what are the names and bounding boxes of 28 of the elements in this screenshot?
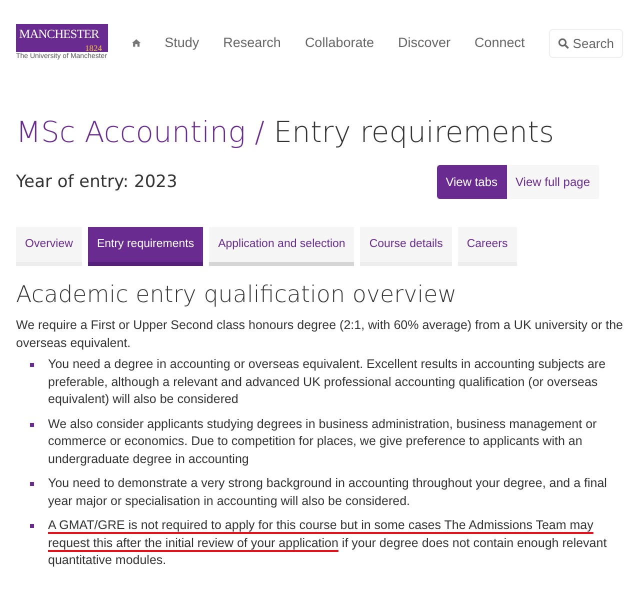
nav-link[interactable]: Discover [398, 33, 450, 54]
bullet-text: You need a degree in accounting or overseas equivalent. Excellent results in accounting subjects are preferable, although a relevant and advanced UK professional accounting qualification (or overseas equivalent) will also be considered [48, 356, 623, 409]
intro-text: We require a First or Upper Second class honours degree (2:1, with 60% average) from a UK university or the overseas equivalent. [16, 317, 623, 352]
page-title: Entry requirements [274, 114, 554, 148]
bullet-icon [30, 422, 34, 427]
tab[interactable]: Course details [360, 227, 452, 266]
bullet-icon [30, 482, 34, 486]
bullet-icon [30, 524, 34, 528]
section-heading: Academic entry qualification overview [16, 282, 458, 310]
logo[interactable]: MANCHESTER 1824 [16, 24, 108, 52]
year-of-entry: Year of entry: 2023 [16, 170, 178, 194]
bullet-icon [30, 363, 34, 368]
nav-link[interactable]: Connect [474, 33, 525, 54]
search-button[interactable]: Search [548, 28, 623, 58]
nav-link[interactable]: Collaborate [304, 33, 374, 54]
tab[interactable]: Application and selection [209, 227, 354, 266]
bullet-text: We also consider applicants studying degrees in business administration, business management or commerce or economics. Due to competition for places, we give preference to applicants with an undergraduate degree in accounting [48, 416, 623, 468]
tab[interactable]: Careers [458, 227, 517, 266]
view-toggle-button[interactable]: View tabs [436, 165, 506, 200]
bullet-text: A GMAT/GRE is not required to apply for this course but in some cases The Admissions Team may request this after the initial review of your application if your degree does not contain enough relevant quantitative modules. [48, 517, 623, 570]
bullet-text: You need to demonstrate a very strong background in accounting throughout your degree, and a final year major or specialisation in accounting will also be considered. [48, 475, 623, 510]
nav-link[interactable]: Study [164, 33, 200, 54]
tab[interactable]: Entry requirements [88, 227, 204, 266]
course-title: MSc Accounting / [16, 114, 265, 148]
view-toggle-button[interactable]: View full page [506, 165, 599, 200]
nav-link[interactable]: Research [223, 33, 281, 54]
tab[interactable]: Overview [16, 227, 82, 266]
search-icon [558, 38, 569, 49]
